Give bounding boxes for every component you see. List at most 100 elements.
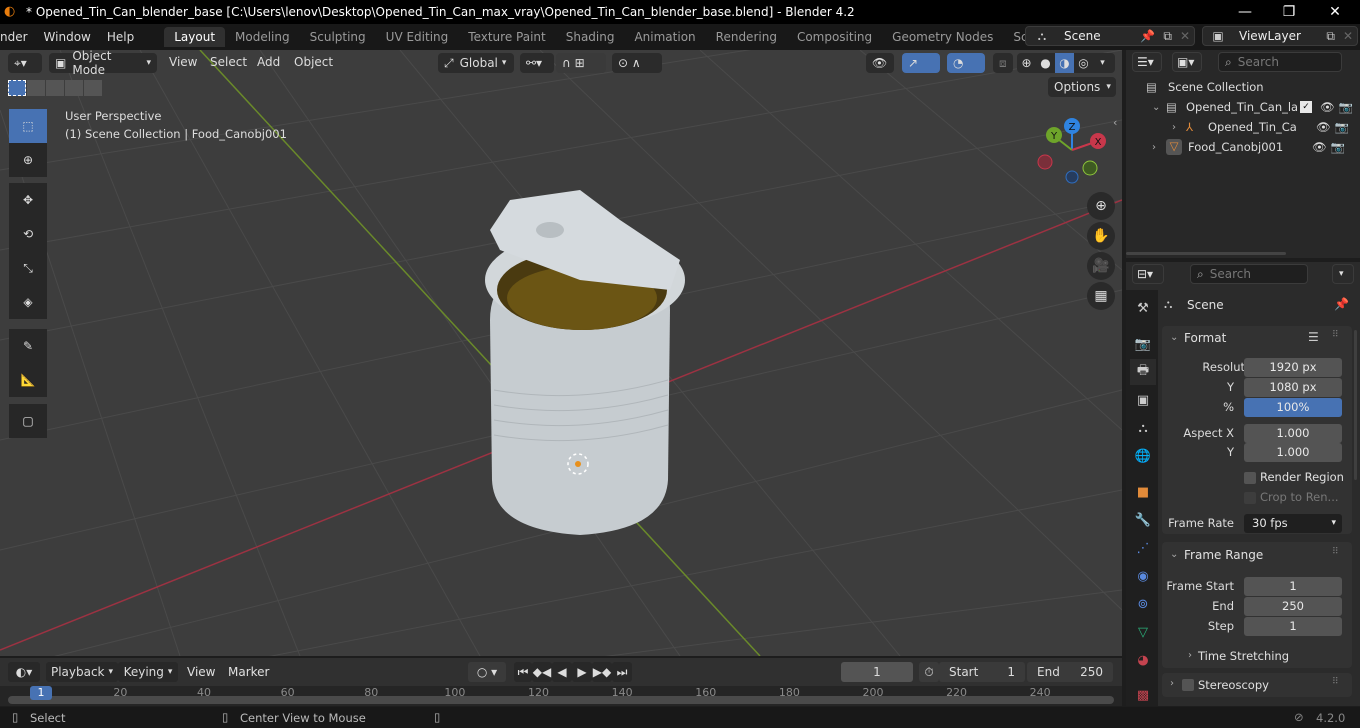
tool-annotate[interactable]: ✎	[9, 329, 47, 363]
shading-dropdown-icon[interactable]: ▾	[1093, 58, 1112, 68]
view-layer-selector[interactable]: ▣ ViewLayer ⧉ ✕	[1202, 26, 1358, 46]
tab-object[interactable]: ■	[1130, 479, 1156, 505]
3d-viewport[interactable]: ⌖▾ ▣ Object Mode ▾ View Select Add Object…	[0, 50, 1122, 656]
outliner-item[interactable]: › ▽ Food_Canobj001 👁 📷	[1126, 137, 1360, 157]
tab-shading[interactable]: Shading	[556, 27, 625, 47]
tab-output[interactable]: 🖶	[1130, 359, 1156, 385]
menu-object[interactable]: Object	[294, 55, 333, 69]
keying-menu[interactable]: Keying ▾	[118, 662, 178, 682]
tab-geometry-nodes[interactable]: Geometry Nodes	[882, 27, 1003, 47]
ortho-toggle-button[interactable]: ▦	[1087, 282, 1115, 310]
zoom-view-button[interactable]: ⊕	[1087, 192, 1115, 220]
preview-range-toggle[interactable]: ⏱	[919, 662, 939, 682]
play-button[interactable]: ▶	[572, 662, 592, 682]
time-stretching-subpanel[interactable]: Time Stretching	[1198, 649, 1289, 663]
play-reverse-button[interactable]: ◀	[552, 662, 572, 682]
eye-icon[interactable]: 👁	[1320, 100, 1335, 114]
format-panel-title[interactable]: Format	[1184, 331, 1226, 345]
camera-view-button[interactable]: 🎥	[1087, 252, 1115, 280]
new-view-layer-icon[interactable]: ⧉	[1322, 29, 1339, 44]
menu-window[interactable]: Window	[36, 30, 99, 44]
frame-range-panel-title[interactable]: Frame Range	[1184, 548, 1263, 562]
timeline-view-menu[interactable]: View	[187, 665, 215, 679]
tab-world[interactable]: 🌐	[1130, 443, 1156, 469]
outliner-item[interactable]: › ⅄ Opened_Tin_Ca 👁 📷	[1126, 117, 1360, 137]
scene-name[interactable]: Scene	[1058, 29, 1136, 43]
display-mode-dropdown[interactable]: ▣▾	[1172, 52, 1202, 72]
select-invert-icon[interactable]	[65, 80, 83, 96]
xray-toggle[interactable]: ⧈	[993, 53, 1013, 73]
properties-scrollbar[interactable]	[1354, 330, 1357, 480]
frame-step-field[interactable]: 1	[1244, 617, 1342, 636]
frame-start-field[interactable]: 1	[1244, 577, 1342, 596]
resolution-x-field[interactable]: 1920 px	[1244, 358, 1342, 377]
proportional-edit-toggle[interactable]: ⊙ ∧	[612, 53, 662, 73]
stereoscopy-panel-title[interactable]: Stereoscopy	[1198, 678, 1269, 692]
pin-icon[interactable]: 📌	[1334, 297, 1349, 311]
expand-icon[interactable]: ›	[1188, 650, 1192, 661]
menu-render[interactable]: nder	[0, 30, 36, 44]
aspect-x-field[interactable]: 1.000	[1244, 424, 1342, 443]
select-new-icon[interactable]	[8, 80, 26, 96]
select-extend-icon[interactable]	[27, 80, 45, 96]
timeline-marker-menu[interactable]: Marker	[228, 665, 269, 679]
exclude-checkbox[interactable]: ✓	[1300, 101, 1312, 113]
tab-animation[interactable]: Animation	[624, 27, 705, 47]
delete-scene-icon[interactable]: ✕	[1176, 29, 1194, 43]
gizmo-toggle[interactable]: ↗	[902, 53, 940, 73]
maximize-button[interactable]: ❐	[1266, 0, 1312, 24]
presets-list-icon[interactable]: ☰	[1308, 330, 1319, 344]
snap-toggle[interactable]: ∩ ⊞	[556, 53, 606, 73]
jump-end-button[interactable]: ⏭	[612, 662, 632, 682]
camera-render-icon[interactable]: 📷	[1335, 120, 1349, 134]
minimize-button[interactable]: —	[1222, 0, 1268, 24]
menu-help[interactable]: Help	[99, 30, 142, 44]
expand-icon[interactable]: ›	[1152, 142, 1166, 153]
jump-start-button[interactable]: ⏮	[514, 662, 532, 682]
render-region-checkbox[interactable]	[1244, 472, 1256, 484]
expand-icon[interactable]: ›	[1172, 122, 1186, 133]
pin-icon[interactable]: 📌	[1136, 29, 1159, 43]
overlay-toggle[interactable]: ◔	[947, 53, 985, 73]
eye-icon[interactable]: 👁	[1312, 140, 1327, 154]
tool-transform[interactable]: ◈	[9, 285, 47, 319]
tool-measure[interactable]: 📐	[9, 363, 47, 397]
outliner-root[interactable]: ▤ Scene Collection	[1126, 77, 1360, 97]
properties-search[interactable]: ⌕ Search	[1190, 264, 1308, 284]
stereoscopy-checkbox[interactable]	[1182, 679, 1194, 691]
sidebar-toggle-icon[interactable]: ‹	[1113, 116, 1117, 129]
tool-cursor[interactable]: ⊕	[9, 143, 47, 177]
select-subtract-icon[interactable]	[46, 80, 64, 96]
tab-modifiers[interactable]: 🔧	[1130, 507, 1156, 533]
properties-options-dropdown[interactable]: ▾	[1332, 264, 1354, 284]
tab-scene[interactable]: ⛬	[1130, 415, 1156, 441]
outliner-editor-type[interactable]: ☰▾	[1132, 52, 1162, 72]
tool-add-cube[interactable]: ▢	[9, 404, 47, 438]
frame-end-field[interactable]: 250	[1244, 597, 1342, 616]
resolution-percent-slider[interactable]: 100%	[1244, 398, 1342, 417]
timeline-editor-type[interactable]: ◐▾	[8, 662, 40, 682]
transform-orientation-dropdown[interactable]: ⤢ Global ▾	[438, 53, 514, 73]
outliner-item[interactable]: ⌄ ▤ Opened_Tin_Can_la ✓ 👁 📷	[1126, 97, 1360, 117]
material-preview-icon[interactable]: ◑	[1055, 53, 1074, 73]
tab-uv-editing[interactable]: UV Editing	[376, 27, 459, 47]
outliner-scrollbar[interactable]	[1126, 252, 1286, 255]
tab-view-layer[interactable]: ▣	[1130, 387, 1156, 413]
tab-texture-paint[interactable]: Texture Paint	[458, 27, 555, 47]
tab-render[interactable]: 📷	[1130, 331, 1156, 357]
properties-editor-type[interactable]: ⊟▾	[1132, 264, 1164, 284]
select-intersect-icon[interactable]	[84, 80, 102, 96]
resolution-y-field[interactable]: 1080 px	[1244, 378, 1342, 397]
tab-constraints[interactable]: ⊚	[1130, 591, 1156, 617]
crop-to-render-checkbox[interactable]	[1244, 492, 1256, 504]
drag-handle-icon[interactable]: ⠿	[1332, 547, 1339, 557]
camera-render-icon[interactable]: 📷	[1331, 140, 1345, 154]
tool-rotate[interactable]: ⟲	[9, 217, 47, 251]
rendered-shading-icon[interactable]: ◎	[1074, 56, 1093, 70]
menu-view[interactable]: View	[169, 55, 197, 69]
tab-modeling[interactable]: Modeling	[225, 27, 300, 47]
tool-move[interactable]: ✥	[9, 183, 47, 217]
editor-type-button[interactable]: ⌖▾	[8, 53, 42, 73]
next-keyframe-button[interactable]: ▶◆	[592, 662, 612, 682]
options-button[interactable]: Options ▾	[1048, 77, 1116, 97]
